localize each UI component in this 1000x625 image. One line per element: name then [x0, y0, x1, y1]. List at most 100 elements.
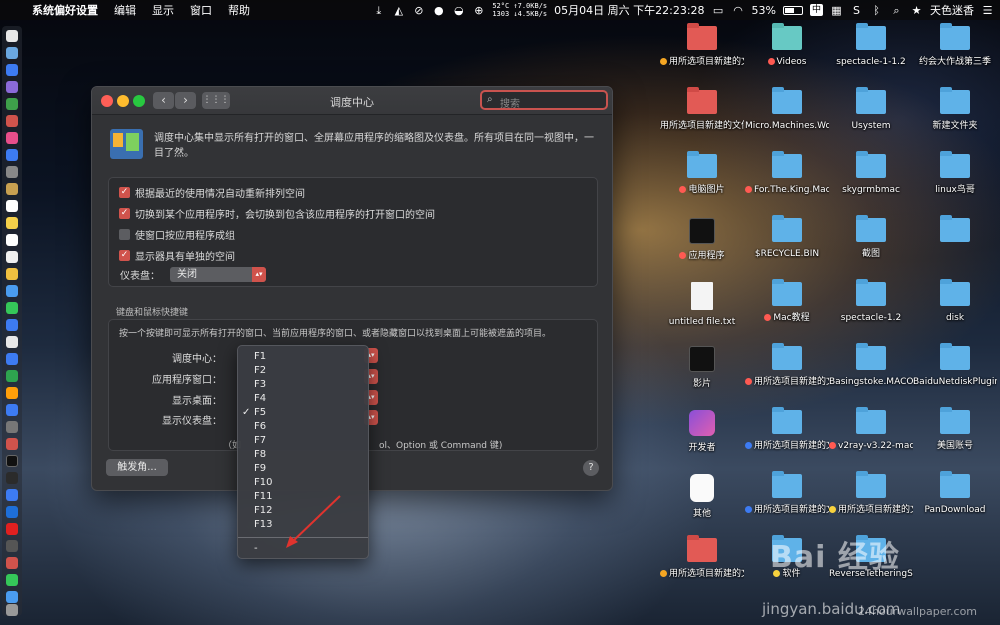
- finder-icon[interactable]: [6, 30, 18, 42]
- desktop-item[interactable]: 用所选项目新建的文件夹 4: [660, 87, 744, 132]
- numbers-icon[interactable]: [6, 370, 18, 382]
- desktop-item[interactable]: Usystem: [829, 87, 913, 132]
- menu-edit[interactable]: 编辑: [106, 2, 144, 18]
- option-group-by-app[interactable]: 使窗口按应用程序成组: [119, 227, 235, 242]
- settings-dock-icon[interactable]: [6, 166, 18, 178]
- option-switch-space[interactable]: ✓ 切换到某个应用程序时，会切换到包含该应用程序的打开窗口的空间: [119, 206, 435, 221]
- desktop-item[interactable]: Basingstoke.MACOSX-GOG: [829, 343, 913, 388]
- desktop-item[interactable]: 美国账号: [913, 407, 997, 452]
- desktop-item[interactable]: 用所选项目新建的文件夹 6: [660, 535, 744, 580]
- input-method-icon[interactable]: 中: [809, 4, 823, 16]
- menu-option-f13[interactable]: F13: [238, 518, 368, 532]
- star-icon[interactable]: ★: [910, 4, 923, 17]
- desktop-item[interactable]: 用所选项目新建的文件夹 7: [745, 407, 829, 452]
- ghost-icon[interactable]: ◭: [392, 4, 405, 17]
- system-preferences-icon[interactable]: [6, 421, 18, 433]
- wifi-icon[interactable]: ◠: [732, 4, 745, 17]
- desktop-item[interactable]: 开发者: [660, 410, 744, 454]
- menu-option-f2[interactable]: F2: [238, 364, 368, 378]
- desktop-item[interactable]: $RECYCLE.BIN: [745, 215, 829, 260]
- app-gray-icon[interactable]: [6, 540, 18, 552]
- notification-center-icon[interactable]: ☰: [981, 4, 994, 17]
- minimize-button[interactable]: [117, 95, 129, 107]
- desktop-item[interactable]: linux鸟哥: [913, 151, 997, 196]
- desktop-item[interactable]: 截图: [829, 215, 913, 260]
- app-blue-icon[interactable]: [6, 506, 18, 518]
- menu-view[interactable]: 显示: [144, 2, 182, 18]
- display-icon[interactable]: ▭: [712, 4, 725, 17]
- app-red-icon[interactable]: [6, 115, 18, 127]
- menu-option-none[interactable]: -: [238, 542, 368, 556]
- pages-icon[interactable]: [6, 336, 18, 348]
- checkbox-checked[interactable]: ✓: [119, 208, 130, 219]
- close-button[interactable]: [101, 95, 113, 107]
- compass-icon[interactable]: ⊘: [412, 4, 425, 17]
- checkbox-unchecked[interactable]: [119, 229, 130, 240]
- desktop-item[interactable]: 用所选项目新建的文件夹 3: [745, 471, 829, 516]
- desktop-item[interactable]: 应用程序: [660, 218, 744, 262]
- vpn-icon[interactable]: [6, 489, 18, 501]
- desktop-item[interactable]: BaiduNetdiskPlugin-ma...-master: [913, 343, 997, 388]
- s-app-icon[interactable]: S: [850, 4, 863, 17]
- desktop-item[interactable]: Mac教程: [745, 279, 829, 324]
- bluetooth-icon[interactable]: ᛒ: [870, 4, 883, 17]
- spotlight-icon[interactable]: ⌕: [890, 4, 903, 17]
- calendar-icon[interactable]: [6, 200, 18, 212]
- menu-option-f8[interactable]: F8: [238, 448, 368, 462]
- downloads-icon[interactable]: [6, 591, 18, 603]
- terminal-icon[interactable]: [6, 455, 18, 467]
- checkbox-checked[interactable]: ✓: [119, 187, 130, 198]
- trash-icon[interactable]: [6, 604, 18, 616]
- menu-option-f9[interactable]: F9: [238, 462, 368, 476]
- xcode-icon[interactable]: [6, 404, 18, 416]
- menu-option-f10[interactable]: F10: [238, 476, 368, 490]
- qq-icon[interactable]: ◒: [452, 4, 465, 17]
- desktop-item[interactable]: 电脑图片: [660, 151, 744, 196]
- desktop-item[interactable]: spectacle-1-1.2: [829, 23, 913, 68]
- wechat-dock-icon[interactable]: [6, 574, 18, 586]
- desktop-item[interactable]: [913, 215, 997, 248]
- launchpad-icon[interactable]: [6, 47, 18, 59]
- activity-monitor-icon[interactable]: [6, 472, 18, 484]
- grid-icon[interactable]: ▦: [830, 4, 843, 17]
- user-name[interactable]: 天色迷香: [930, 2, 974, 18]
- globe-icon[interactable]: ⊕: [472, 4, 485, 17]
- option-auto-rearrange[interactable]: ✓ 根据最近的使用情况自动重新排列空间: [119, 185, 305, 200]
- desktop-item[interactable]: 用所选项目新建的文件夹 5: [660, 23, 744, 68]
- dashboard-select[interactable]: 关闭 ▴▾: [170, 267, 266, 282]
- title-bar[interactable]: ‹ › ⋮⋮⋮ 调度中心 ⌕ 搜索: [92, 87, 612, 115]
- menu-app-name[interactable]: 系统偏好设置: [24, 2, 106, 18]
- music-icon[interactable]: [6, 132, 18, 144]
- search-field[interactable]: ⌕ 搜索: [480, 90, 608, 110]
- desktop-item[interactable]: For.The.King.MacOS...iVATED: [745, 151, 829, 196]
- desktop-item[interactable]: PanDownload: [913, 471, 997, 516]
- menu-option-f1[interactable]: F1: [238, 350, 368, 364]
- checkbox-checked[interactable]: ✓: [119, 250, 130, 261]
- show-all-button[interactable]: ⋮⋮⋮: [202, 92, 230, 109]
- battery-percent[interactable]: 53%: [752, 4, 776, 17]
- vivaldi-icon[interactable]: [6, 438, 18, 450]
- back-button[interactable]: ‹: [153, 92, 174, 109]
- desktop-item[interactable]: untitled file.txt: [660, 282, 744, 328]
- menu-help[interactable]: 帮助: [220, 2, 258, 18]
- desktop-item[interactable]: 用所选项目新建的文件夹 13: [829, 471, 913, 516]
- desktop-item[interactable]: 影片: [660, 346, 744, 390]
- desktop-item[interactable]: 其他: [660, 474, 744, 520]
- keynote-icon[interactable]: [6, 353, 18, 365]
- help-button[interactable]: ?: [583, 460, 599, 476]
- photos-icon[interactable]: [6, 81, 18, 93]
- android-icon[interactable]: [6, 98, 18, 110]
- messages-icon[interactable]: [6, 302, 18, 314]
- menu-option-f6[interactable]: F6: [238, 420, 368, 434]
- maps-icon[interactable]: [6, 285, 18, 297]
- option-separate-spaces[interactable]: ✓ 显示器具有单独的空间: [119, 248, 235, 263]
- books-icon[interactable]: [6, 387, 18, 399]
- hot-corners-button[interactable]: 触发角...: [106, 459, 168, 476]
- menu-option-f7[interactable]: F7: [238, 434, 368, 448]
- textedit-icon[interactable]: [6, 251, 18, 263]
- desktop-item[interactable]: v2ray-v3.22-macos: [829, 407, 913, 452]
- net-speed[interactable]: 52°C ↑7.0KB/s 1303 ↓4.5KB/s: [492, 2, 547, 18]
- desktop-item[interactable]: skygrmbmac: [829, 151, 913, 196]
- chrome-icon[interactable]: [6, 268, 18, 280]
- facetime-icon[interactable]: [6, 319, 18, 331]
